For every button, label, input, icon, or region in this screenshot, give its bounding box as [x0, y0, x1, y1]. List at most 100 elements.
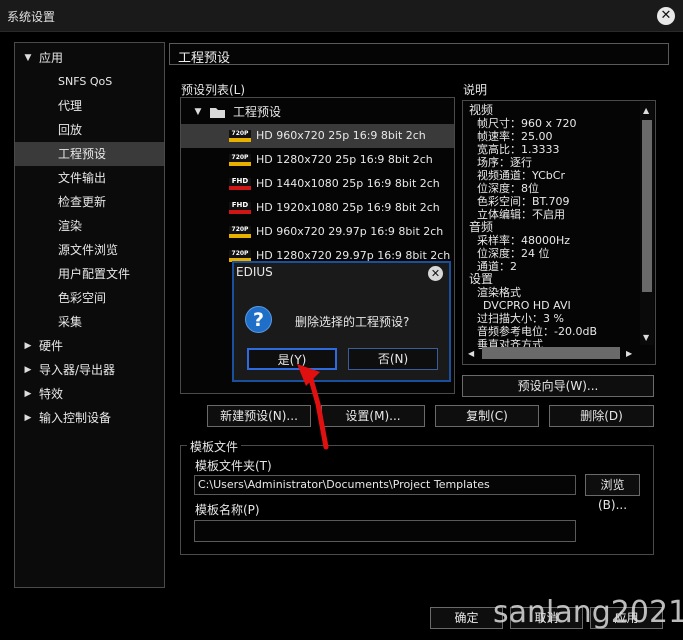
dialog-close-button[interactable]: ✕ [428, 266, 443, 281]
nav-item-label: 源文件浏览 [58, 243, 119, 257]
dialog-yes-button[interactable]: 是(Y) [247, 348, 337, 370]
nav-item[interactable]: 文件输出 [15, 166, 164, 190]
nav-item[interactable]: 检查更新 [15, 190, 164, 214]
description-line: 位深度：24 位 [477, 247, 550, 260]
chevron-right-icon[interactable]: ▶ [23, 406, 33, 430]
chevron-down-icon[interactable]: ▼ [23, 46, 33, 70]
nav-item-label: 输入控制设备 [39, 411, 112, 425]
preset-format-icon: 720P [229, 130, 251, 142]
nav-item[interactable]: 回放 [15, 118, 164, 142]
watermark-text: sanlang2021 [493, 595, 683, 630]
folder-icon [210, 108, 225, 118]
nav-item[interactable]: ▶ 输入控制设备 [15, 406, 164, 430]
preset-format-icon: FHD [229, 178, 251, 190]
copy-button[interactable]: 复制(C) [435, 405, 539, 427]
template-name-label: 模板名称(P) [195, 503, 260, 517]
title-bar: 系统设置 [0, 0, 683, 32]
preset-row-label: HD 1280x720 25p 16:9 8bit 2ch [256, 153, 433, 166]
nav-item[interactable]: ▶ 硬件 [15, 334, 164, 358]
preset-row[interactable]: 720P HD 1280x720 25p 16:9 8bit 2ch [181, 148, 454, 172]
description-line: 场序：逐行 [477, 156, 532, 169]
dialog-no-button[interactable]: 否(N) [348, 348, 438, 370]
settings-button[interactable]: 设置(M)... [321, 405, 425, 427]
description-label: 说明 [463, 83, 488, 97]
description-line: 过扫描大小：3 % [477, 312, 564, 325]
nav-item[interactable]: ▶ 导入器/导出器 [15, 358, 164, 382]
nav-item-label: 采集 [58, 315, 83, 329]
scroll-left-icon[interactable]: ◀ [468, 349, 474, 358]
question-icon: ? [245, 306, 272, 333]
nav-item[interactable]: ▼ 应用 [15, 46, 164, 70]
description-line: 帧速率：25.00 [477, 130, 553, 143]
description-vscroll-thumb[interactable] [642, 120, 652, 292]
description-line: 设置 [469, 272, 494, 286]
description-line: 宽高比：1.3333 [477, 143, 560, 156]
preset-row-label: HD 1920x1080 25p 16:9 8bit 2ch [256, 201, 440, 214]
preset-row-label: HD 1440x1080 25p 16:9 8bit 2ch [256, 177, 440, 190]
nav-item-label: 文件输出 [58, 171, 107, 185]
browse-button[interactable]: 浏览(B)... [585, 474, 640, 512]
scroll-down-icon[interactable]: ▼ [643, 333, 649, 342]
nav-item[interactable]: 用户配置文件 [15, 262, 164, 286]
template-folder-label: 模板文件夹(T) [195, 459, 272, 473]
template-name-input[interactable] [194, 520, 576, 542]
new-preset-button[interactable]: 新建预设(N)... [207, 405, 311, 427]
dialog-message: 删除选择的工程预设? [295, 315, 410, 329]
preset-row-label: HD 960x720 25p 16:9 8bit 2ch [256, 129, 426, 142]
chevron-right-icon[interactable]: ▶ [23, 382, 33, 406]
window-close-button[interactable]: ✕ [657, 7, 675, 25]
nav-item-label: 特效 [39, 387, 64, 401]
nav-item-label: 工程预设 [58, 147, 107, 161]
preset-row[interactable]: FHD HD 1920x1080 25p 16:9 8bit 2ch [181, 196, 454, 220]
delete-button[interactable]: 删除(D) [549, 405, 654, 427]
close-icon: ✕ [660, 8, 672, 23]
nav-item[interactable]: SNFS QoS [15, 70, 164, 94]
nav-item-label: 渲染 [58, 219, 83, 233]
description-line: 音频参考电位：-20.0dB [477, 325, 597, 338]
nav-item-label: 硬件 [39, 339, 64, 353]
description-panel: 视频 帧尺寸：960 x 720 帧速率：25.00 宽高比：1.3333 场序：逐行视… [462, 100, 656, 365]
nav-item-label: 色彩空间 [58, 291, 107, 305]
nav-item-label: 导入器/导出器 [39, 363, 116, 377]
description-line: 渲染格式 [477, 286, 521, 299]
nav-item[interactable]: ▶ 特效 [15, 382, 164, 406]
nav-item-label: 回放 [58, 123, 83, 137]
description-line: 位深度：8位 [477, 182, 539, 195]
window-title: 系统设置 [7, 10, 56, 24]
preset-format-icon: FHD [229, 202, 251, 214]
preset-row[interactable]: FHD HD 1440x1080 25p 16:9 8bit 2ch [181, 172, 454, 196]
preset-format-icon: 720P [229, 154, 251, 166]
description-line: DVCPRO HD AVI [483, 299, 571, 312]
chevron-right-icon[interactable]: ▶ [23, 358, 33, 382]
description-line: 音频 [469, 220, 494, 234]
nav-item-label: 代理 [58, 99, 83, 113]
scroll-up-icon[interactable]: ▲ [643, 106, 649, 115]
nav-item-label: SNFS QoS [58, 75, 113, 88]
nav-item[interactable]: 源文件浏览 [15, 238, 164, 262]
description-line: 采样率：48000Hz [477, 234, 571, 247]
preset-folder-row[interactable]: ▼ 工程预设 [181, 100, 454, 124]
description-hscroll-thumb[interactable] [482, 347, 620, 359]
dialog-title: EDIUS [236, 265, 273, 279]
nav-item[interactable]: 渲染 [15, 214, 164, 238]
template-group-label: 模板文件 [187, 438, 242, 455]
preset-row-label: HD 960x720 29.97p 16:9 8bit 2ch [256, 225, 444, 238]
preset-list-label: 预设列表(L) [181, 83, 246, 97]
page-title-box: 工程预设 [169, 43, 669, 66]
description-line: 帧尺寸：960 x 720 [477, 117, 577, 130]
preset-row[interactable]: 720P HD 960x720 29.97p 16:9 8bit 2ch [181, 220, 454, 244]
chevron-down-icon: ▼ [194, 107, 202, 117]
nav-item[interactable]: 代理 [15, 94, 164, 118]
chevron-right-icon[interactable]: ▶ [23, 334, 33, 358]
template-folder-input[interactable]: C:\Users\Administrator\Documents\Project… [194, 475, 576, 495]
nav-item[interactable]: 工程预设 [15, 142, 164, 166]
preset-wizard-button[interactable]: 预设向导(W)... [462, 375, 654, 397]
page-title: 工程预设 [178, 51, 231, 66]
nav-item[interactable]: 色彩空间 [15, 286, 164, 310]
nav-item[interactable]: 采集 [15, 310, 164, 334]
description-line: 视频 [469, 103, 494, 117]
description-line: 色彩空间：BT.709 [477, 195, 570, 208]
scroll-right-icon[interactable]: ▶ [626, 349, 632, 358]
preset-row[interactable]: 720P HD 960x720 25p 16:9 8bit 2ch [181, 124, 454, 148]
nav-item-label: 用户配置文件 [58, 267, 131, 281]
